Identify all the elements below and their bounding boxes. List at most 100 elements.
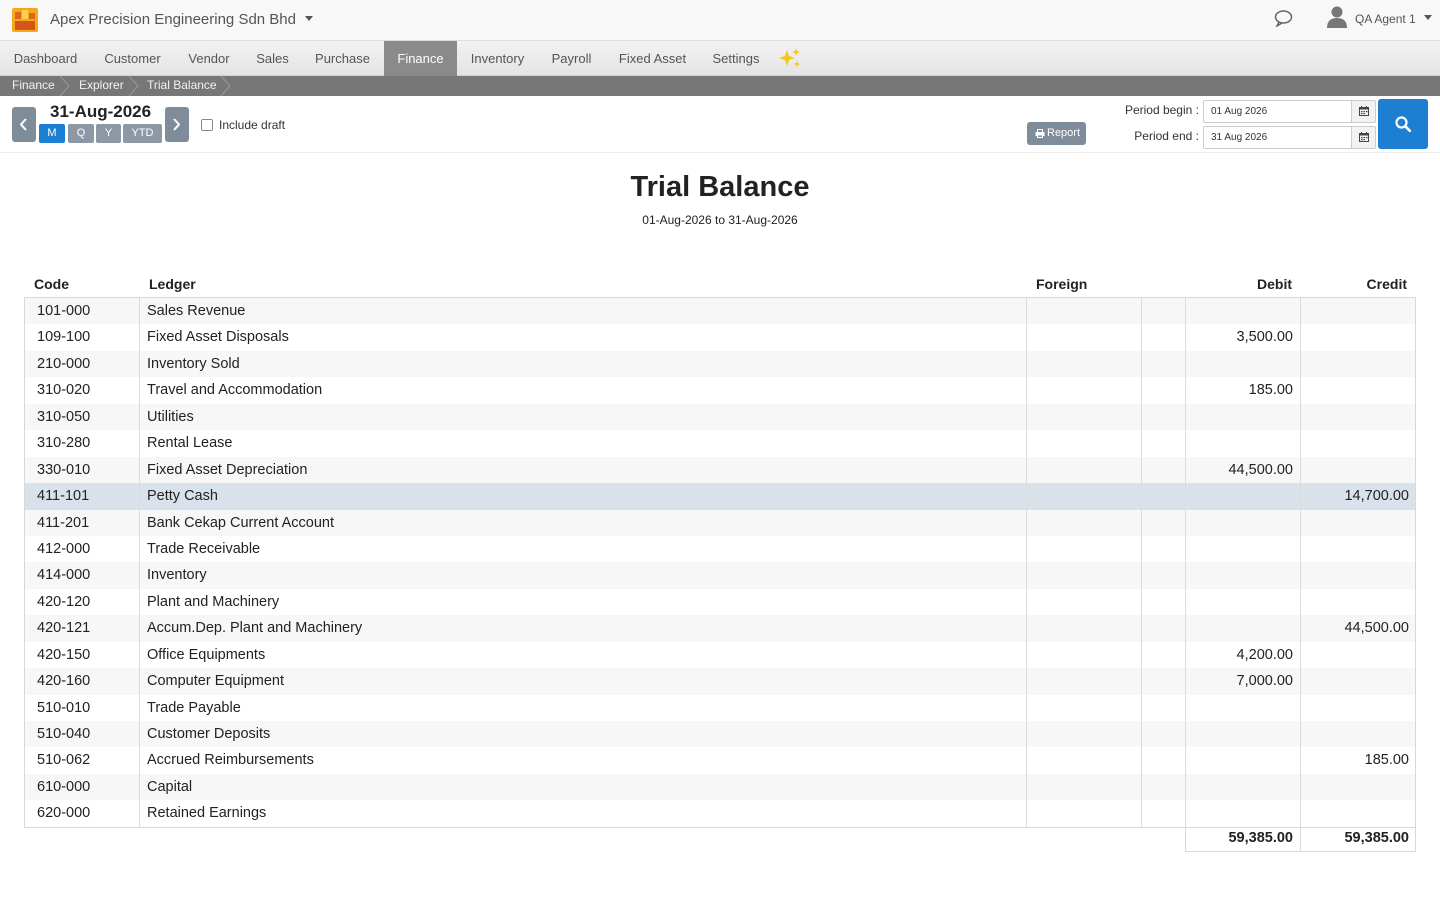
- column-divider: [1185, 456, 1186, 484]
- table-row[interactable]: 610-000 Capital: [25, 773, 1415, 801]
- report-button[interactable]: Report: [1027, 122, 1086, 145]
- row-ledger: Accrued Reimbursements: [147, 752, 314, 769]
- table-row[interactable]: 420-160 Computer Equipment 7,000.00: [25, 668, 1415, 695]
- table-row[interactable]: 101-000 Sales Revenue: [25, 298, 1415, 325]
- column-divider: [1300, 641, 1301, 669]
- prev-period-button[interactable]: [12, 107, 36, 142]
- column-divider: [1141, 773, 1142, 801]
- row-ledger: Travel and Accommodation: [147, 382, 323, 399]
- company-switcher[interactable]: Apex Precision Engineering Sdn Bhd: [50, 11, 313, 28]
- column-divider: [1026, 721, 1027, 748]
- column-divider: [1300, 430, 1301, 457]
- column-header-code[interactable]: Code: [34, 276, 69, 292]
- calendar-icon: [1359, 132, 1369, 142]
- table-row[interactable]: 510-040 Customer Deposits: [25, 721, 1415, 748]
- period-end-field[interactable]: 31 Aug 2026: [1203, 126, 1376, 149]
- include-draft-checkbox[interactable]: [201, 119, 213, 131]
- table-row[interactable]: 109-100 Fixed Asset Disposals 3,500.00: [25, 324, 1415, 351]
- table-row[interactable]: 310-280 Rental Lease: [25, 430, 1415, 457]
- column-divider: [1141, 800, 1142, 827]
- table-row[interactable]: 510-062 Accrued Reimbursements 185.00: [25, 747, 1415, 774]
- row-code: 411-101: [37, 488, 90, 505]
- nav-item-customer[interactable]: Customer: [91, 41, 174, 77]
- row-code: 420-121: [37, 620, 91, 637]
- column-divider: [1026, 641, 1027, 669]
- column-divider: [1300, 456, 1301, 484]
- app-logo-icon[interactable]: [12, 8, 38, 32]
- period-ytd-button[interactable]: YTD: [123, 124, 162, 143]
- period-begin-field[interactable]: 01 Aug 2026: [1203, 100, 1376, 123]
- user-menu[interactable]: QA Agent 1: [1355, 12, 1432, 26]
- row-code: 620-000: [37, 805, 91, 822]
- table-row[interactable]: 420-150 Office Equipments 4,200.00: [25, 641, 1415, 669]
- table-row[interactable]: 412-000 Trade Receivable: [25, 535, 1415, 563]
- next-period-button[interactable]: [165, 107, 189, 142]
- column-divider: [1141, 430, 1142, 457]
- report-button-label: Report: [1047, 127, 1081, 139]
- row-code: 109-100: [37, 329, 91, 346]
- table-row[interactable]: 620-000 Retained Earnings: [25, 800, 1415, 827]
- column-header-foreign[interactable]: Foreign: [1036, 276, 1087, 292]
- user-avatar-icon[interactable]: [1327, 6, 1347, 28]
- column-divider: [1141, 641, 1142, 669]
- table-row[interactable]: 330-010 Fixed Asset Depreciation 44,500.00: [25, 456, 1415, 484]
- column-divider: [139, 747, 140, 774]
- table-row[interactable]: 411-101 Petty Cash 14,700.00: [25, 483, 1415, 510]
- breadcrumb-trial-balance[interactable]: Trial Balance: [147, 76, 217, 96]
- column-divider: [1026, 588, 1027, 616]
- column-header-credit[interactable]: Credit: [1301, 276, 1407, 292]
- nav-item-finance[interactable]: Finance: [384, 41, 457, 77]
- sparkle-icon[interactable]: [778, 47, 802, 69]
- nav-item-fixed-asset[interactable]: Fixed Asset: [605, 41, 700, 77]
- column-divider: [1141, 483, 1142, 510]
- row-debit: 44,500.00: [1228, 461, 1293, 478]
- table-row[interactable]: 510-010 Trade Payable: [25, 694, 1415, 721]
- column-divider: [1300, 403, 1301, 431]
- row-code: 414-000: [37, 567, 91, 584]
- table-row[interactable]: 310-020 Travel and Accommodation 185.00: [25, 377, 1415, 404]
- search-button[interactable]: [1378, 99, 1428, 149]
- column-divider: [1026, 509, 1027, 536]
- row-debit: 7,000.00: [1236, 673, 1293, 690]
- table-row[interactable]: 420-120 Plant and Machinery: [25, 588, 1415, 616]
- column-divider: [1185, 535, 1186, 563]
- table-row[interactable]: 210-000 Inventory Sold: [25, 350, 1415, 378]
- column-divider: [1300, 694, 1301, 721]
- period-begin-calendar-button[interactable]: [1351, 101, 1375, 122]
- nav-item-settings[interactable]: Settings: [700, 41, 772, 77]
- row-ledger: Fixed Asset Depreciation: [147, 461, 308, 478]
- nav-item-payroll[interactable]: Payroll: [538, 41, 605, 77]
- report-title: Trial Balance: [630, 171, 810, 203]
- nav-item-vendor[interactable]: Vendor: [174, 41, 244, 77]
- period-year-button[interactable]: Y: [96, 124, 121, 143]
- row-code: 330-010: [37, 461, 91, 478]
- nav-item-sales[interactable]: Sales: [244, 41, 301, 77]
- table-row[interactable]: 414-000 Inventory: [25, 562, 1415, 589]
- column-divider: [1026, 800, 1027, 827]
- column-divider: [1185, 747, 1186, 774]
- table-row[interactable]: 420-121 Accum.Dep. Plant and Machinery 44,…: [25, 615, 1415, 642]
- user-name: QA Agent 1: [1355, 12, 1416, 26]
- column-divider: [1185, 721, 1186, 748]
- breadcrumb-separator-icon: [220, 76, 231, 96]
- column-header-ledger[interactable]: Ledger: [149, 276, 196, 292]
- column-divider: [1300, 298, 1301, 325]
- column-divider: [139, 403, 140, 431]
- column-divider: [1026, 747, 1027, 774]
- column-divider: [1141, 509, 1142, 536]
- nav-item-dashboard[interactable]: Dashboard: [0, 41, 91, 77]
- table-row[interactable]: 310-050 Utilities: [25, 403, 1415, 431]
- table-row[interactable]: 411-201 Bank Cekap Current Account: [25, 509, 1415, 536]
- period-quarter-button[interactable]: Q: [68, 124, 94, 143]
- column-header-debit[interactable]: Debit: [1186, 276, 1292, 292]
- column-divider: [1026, 403, 1027, 431]
- breadcrumb-explorer[interactable]: Explorer: [79, 76, 124, 96]
- row-code: 411-201: [37, 514, 90, 531]
- nav-item-purchase[interactable]: Purchase: [301, 41, 384, 77]
- period-end-calendar-button[interactable]: [1351, 127, 1375, 148]
- nav-item-inventory[interactable]: Inventory: [457, 41, 538, 77]
- period-month-button[interactable]: M: [39, 124, 65, 143]
- chat-icon[interactable]: [1274, 10, 1293, 27]
- row-code: 101-000: [37, 303, 91, 319]
- breadcrumb-finance[interactable]: Finance: [12, 76, 55, 96]
